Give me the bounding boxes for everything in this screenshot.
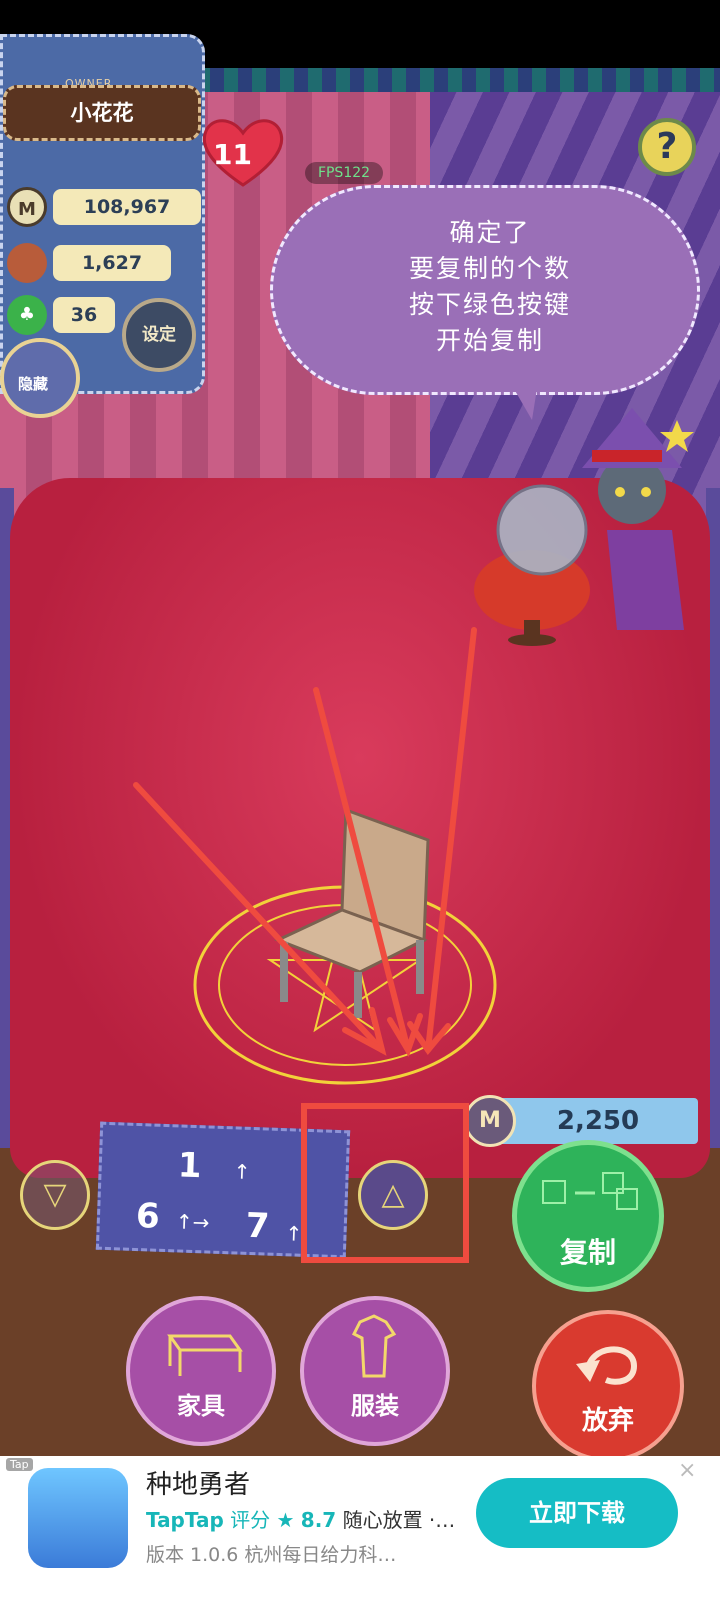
count-left: 6 bbox=[135, 1195, 161, 1237]
speech-line: 按下绿色按键 bbox=[408, 290, 571, 319]
copy-price: 2,250 bbox=[498, 1098, 698, 1144]
copy-count-card: 1 ↑ 6 ↑→ 7 ↑ bbox=[95, 1121, 351, 1259]
level-value: 11 bbox=[213, 138, 252, 171]
ad-version: 版本 1.0.6 杭州每日给力科… bbox=[146, 1544, 397, 1566]
count-top: 1 bbox=[177, 1145, 203, 1187]
clothes-icon bbox=[351, 1314, 397, 1378]
count-mark-icon: ↑→ bbox=[175, 1209, 210, 1235]
table-icon bbox=[167, 1334, 243, 1376]
speech-text: 确定了 要复制的个数 按下绿色按键 开始复制 bbox=[290, 215, 690, 359]
decrease-count-button[interactable]: ▽ bbox=[20, 1160, 90, 1230]
settings-button[interactable]: 设定 bbox=[122, 298, 196, 372]
owner-name: 小花花 bbox=[3, 85, 201, 141]
material-basket-icon bbox=[7, 243, 47, 283]
coin-icon: M bbox=[7, 187, 47, 227]
ad-rating-label: 评分 bbox=[230, 1508, 271, 1532]
abandon-button[interactable]: 放弃 bbox=[532, 1310, 684, 1462]
price-coin-icon: M bbox=[464, 1095, 516, 1147]
undo-arrow-icon bbox=[576, 1346, 638, 1385]
ad-taptap: TapTap bbox=[146, 1508, 224, 1532]
ad-description: 随心放置 ·… bbox=[342, 1508, 456, 1532]
clothes-label: 服装 bbox=[351, 1392, 399, 1420]
speech-line: 要复制的个数 bbox=[408, 254, 571, 283]
coin-stat: M 108,967 bbox=[7, 185, 203, 229]
speech-line: 确定了 bbox=[449, 218, 531, 247]
ad-tag: Tap bbox=[6, 1458, 33, 1471]
clover-icon: ♣ bbox=[7, 295, 47, 335]
clothes-button[interactable]: 服装 bbox=[300, 1296, 450, 1446]
copy-cubes-icon bbox=[542, 1172, 638, 1210]
furniture-button[interactable]: 家具 bbox=[126, 1296, 276, 1446]
ad-app-icon[interactable] bbox=[28, 1468, 128, 1568]
furniture-label: 家具 bbox=[177, 1392, 225, 1420]
copy-button[interactable]: 复制 bbox=[512, 1140, 664, 1292]
close-icon[interactable]: × bbox=[678, 1458, 696, 1483]
help-button[interactable]: ? bbox=[638, 118, 696, 176]
star-icon: ★ bbox=[276, 1508, 295, 1532]
ad-banner[interactable]: Tap 种地勇者 TapTap 评分 ★ 8.7 随心放置 ·… 版本 1.0.… bbox=[0, 1456, 720, 1600]
fps-counter: FPS122 bbox=[305, 162, 383, 184]
ad-title[interactable]: 种地勇者 bbox=[146, 1464, 250, 1501]
chair-furniture[interactable] bbox=[268, 800, 438, 1020]
count-mark-icon: ↑ bbox=[233, 1159, 251, 1184]
download-button[interactable]: 立即下载 bbox=[476, 1478, 678, 1548]
increase-count-button[interactable]: △ bbox=[358, 1160, 428, 1230]
count-mark-icon: ↑ bbox=[285, 1221, 303, 1246]
count-right: 7 bbox=[245, 1205, 271, 1247]
ad-rating: 8.7 bbox=[300, 1508, 337, 1532]
material-value: 1,627 bbox=[53, 245, 171, 281]
copy-label: 复制 bbox=[559, 1236, 616, 1269]
ad-rating-line: TapTap 评分 ★ 8.7 随心放置 ·… bbox=[146, 1504, 455, 1533]
hide-label: 隐藏 bbox=[18, 375, 49, 393]
wizard-character bbox=[474, 408, 694, 646]
speech-line: 开始复制 bbox=[435, 326, 544, 355]
abandon-label: 放弃 bbox=[581, 1406, 634, 1436]
coin-value: 108,967 bbox=[53, 189, 201, 225]
clover-value: 36 bbox=[53, 297, 115, 333]
material-stat: 1,627 bbox=[7, 241, 203, 285]
